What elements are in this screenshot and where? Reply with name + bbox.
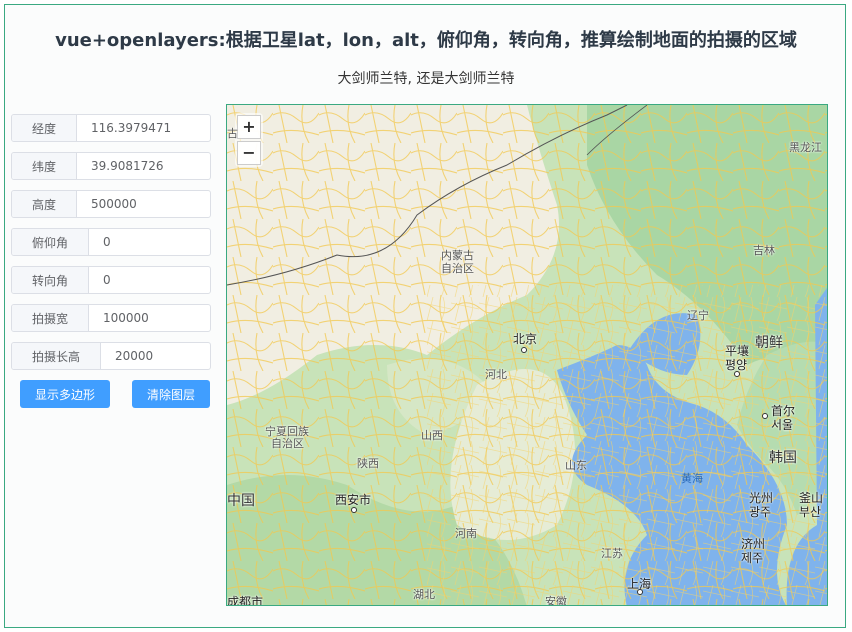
map-label-china: 中国 <box>227 493 255 509</box>
pitch-field: 俯仰角 0 <box>11 228 211 256</box>
map-label-jiangsu: 江苏 <box>601 547 623 560</box>
latitude-label: 纬度 <box>12 153 77 179</box>
map-label-shaanxi: 陕西 <box>357 457 379 470</box>
zoom-control: + − <box>235 113 263 167</box>
satellite-form: 经度 116.3979471 纬度 39.9081726 高度 500000 俯… <box>11 114 211 380</box>
map-label-hubei: 湖北 <box>413 588 435 601</box>
map-label-gu: 古 <box>227 127 238 140</box>
altitude-field: 高度 500000 <box>11 190 211 218</box>
shot-width-input[interactable]: 100000 <box>89 305 210 331</box>
map-label-jilin: 吉林 <box>753 244 775 257</box>
page-title: vue+openlayers:根据卫星lat，lon，alt，俯仰角，转向角，推… <box>55 30 797 51</box>
shot-length-input[interactable]: 20000 <box>101 343 210 369</box>
xian-marker <box>351 507 357 513</box>
show-polygon-button[interactable]: 显示多边形 <box>20 380 111 408</box>
map-label-heilongjiang: 黑龙江 <box>789 141 822 154</box>
longitude-label: 经度 <box>12 115 77 141</box>
map-label-south-korea: 韩国 <box>769 450 797 466</box>
seoul-marker <box>762 413 768 419</box>
heading-field: 转向角 0 <box>11 266 211 294</box>
shot-width-label: 拍摄宽 <box>12 305 89 331</box>
map-label-yellow-sea: 黄海 <box>681 472 703 485</box>
latitude-input[interactable]: 39.9081726 <box>77 153 210 179</box>
latitude-field: 纬度 39.9081726 <box>11 152 211 180</box>
map-label-gwangju-2: 광주 <box>749 505 772 519</box>
map-label-anhui: 安徽 <box>545 595 567 606</box>
map-label-shandong: 山东 <box>565 459 587 472</box>
page-subtitle: 大剑师兰特, 还是大剑师兰特 <box>337 71 515 87</box>
map-label-liaoning: 辽宁 <box>687 309 709 322</box>
map-label-chengdu: 成都市 <box>227 595 264 606</box>
map-label-jeju-2: 제주 <box>741 551 764 565</box>
longitude-field: 经度 116.3979471 <box>11 114 211 142</box>
map-label-henan: 河南 <box>455 527 477 540</box>
map-label-inner-mongolia-2: 自治区 <box>441 262 474 275</box>
heading-input[interactable]: 0 <box>89 267 210 293</box>
altitude-label: 高度 <box>12 191 77 217</box>
map-label-busan-2: 부산 <box>799 505 822 519</box>
shot-width-field: 拍摄宽 100000 <box>11 304 211 332</box>
map-label-shanxi: 山西 <box>421 429 443 442</box>
map-label-xian: 西安市 <box>335 493 372 507</box>
shot-length-field: 拍摄长高 20000 <box>11 342 211 370</box>
map-label-seoul-2: 서울 <box>771 418 794 432</box>
zoom-in-button[interactable]: + <box>237 115 261 139</box>
clear-layers-button[interactable]: 清除图层 <box>132 380 211 408</box>
zoom-out-button[interactable]: − <box>237 141 261 165</box>
action-buttons: 显示多边形 清除图层 <box>20 380 211 408</box>
pyongyang-marker <box>734 371 740 377</box>
map-label-hebei: 河北 <box>485 368 507 381</box>
heading-label: 转向角 <box>12 267 89 293</box>
altitude-input[interactable]: 500000 <box>77 191 210 217</box>
map-label-north-korea: 朝鲜 <box>755 335 783 351</box>
beijing-marker <box>521 347 527 353</box>
shanghai-marker <box>637 589 643 595</box>
map-view[interactable]: + − 古 黑龙江 吉林 辽宁 内蒙古 自治区 北京 河北 朝鲜 平壤 평양 首… <box>226 104 828 606</box>
map-label-beijing: 北京 <box>513 332 538 346</box>
shot-length-label: 拍摄长高 <box>12 343 101 369</box>
pitch-input[interactable]: 0 <box>89 229 210 255</box>
map-label-ningxia-2: 自治区 <box>271 437 304 450</box>
pitch-label: 俯仰角 <box>12 229 89 255</box>
longitude-input[interactable]: 116.3979471 <box>77 115 210 141</box>
